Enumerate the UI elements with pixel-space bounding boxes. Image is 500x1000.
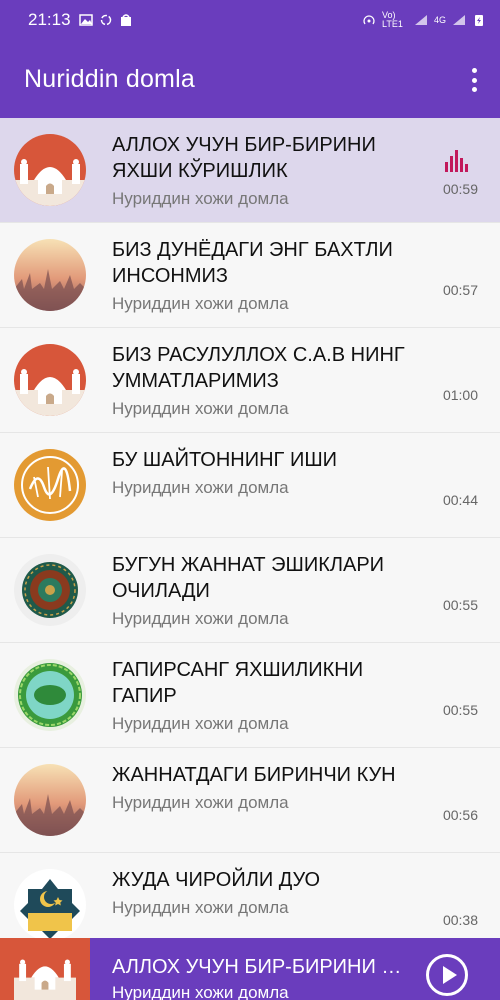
city-sunset-icon <box>14 764 86 836</box>
track-row[interactable]: ГАПИРСАНГ ЯХШИЛИКНИ ГАПИР Нуриддин хожи д… <box>0 643 500 748</box>
track-duration: 00:59 <box>442 181 478 197</box>
mosque-icon <box>14 134 86 206</box>
track-row[interactable]: ЖУДА ЧИРОЙЛИ ДУО Нуриддин хожи домла 00:38 <box>0 853 500 938</box>
track-row[interactable]: БУ ШАЙТОННИНГ ИШИ Нуриддин хожи домла 00:4… <box>0 433 500 538</box>
equalizer-icon <box>444 148 468 172</box>
network-type: 4G <box>433 15 446 25</box>
track-artist: Нуриддин хожи домла <box>112 399 289 418</box>
track-title: БУ ШАЙТОННИНГ ИШИ <box>112 449 338 471</box>
gallery-icon <box>78 14 93 26</box>
crescent-star-icon <box>14 869 86 938</box>
track-list[interactable]: АЛЛОХ УЧУН БИР-БИРИНИ ЯХШИ КЎРИШЛИК Нурид… <box>0 118 500 938</box>
track-row[interactable]: БУГУН ЖАННАТ ЭШИКЛАРИ ОЧИЛАДИ Нуриддин хо… <box>0 538 500 643</box>
network-label: Vo) LTE1 <box>381 10 403 29</box>
track-duration: 00:55 <box>442 702 478 718</box>
track-row[interactable]: БИЗ РАСУЛУЛЛОХ С.А.В НИНГ УММАТЛАРИМИЗ Ну… <box>0 328 500 433</box>
track-artist: Нуриддин хожи домла <box>112 609 289 628</box>
track-title: БИЗ РАСУЛУЛЛОХ С.А.В НИНГ УММАТЛАРИМИЗ <box>112 344 405 392</box>
track-title: БИЗ ДУНЁДАГИ ЭНГ БАХТЛИ ИНСОНМИЗ <box>112 239 393 287</box>
track-artist: Нуриддин хожи домла <box>112 714 289 733</box>
track-artist: Нуриддин хожи домла <box>112 898 289 917</box>
app-title: Nuriddin domla <box>24 64 195 93</box>
track-duration: 01:00 <box>442 387 478 403</box>
hotspot-icon <box>363 15 375 25</box>
player-title: АЛЛОХ УЧУН БИР-БИРИНИ ЯХШИ КЎРИШЛИК <box>112 956 402 978</box>
track-duration: 00:44 <box>442 492 478 508</box>
track-title: ГАПИРСАНГ ЯХШИЛИКНИ ГАПИР <box>112 659 364 707</box>
city-sunset-icon <box>14 239 86 311</box>
mandala-icon <box>14 554 86 626</box>
track-artist: Нуриддин хожи домла <box>112 294 289 313</box>
player-artwork <box>0 938 90 1000</box>
ornament-icon <box>14 659 86 731</box>
shopping-bag-icon <box>120 14 131 26</box>
mosque-icon <box>14 344 86 416</box>
track-artist: Нуриддин хожи домла <box>112 478 289 497</box>
track-title: БУГУН ЖАННАТ ЭШИКЛАРИ ОЧИЛАДИ <box>112 554 385 602</box>
track-title: АЛЛОХ УЧУН БИР-БИРИНИ ЯХШИ КЎРИШЛИК <box>112 134 376 182</box>
track-row[interactable]: ЖАННАТДАГИ БИРИНЧИ КУН Нуриддин хожи домл… <box>0 748 500 853</box>
battery-icon <box>475 15 483 26</box>
track-row[interactable]: БИЗ ДУНЁДАГИ ЭНГ БАХТЛИ ИНСОНМИЗ Нуриддин… <box>0 223 500 328</box>
status-bar: 21:13 Vo) LTE1 4G <box>0 0 500 40</box>
app-bar: Nuriddin domla <box>0 40 500 118</box>
track-duration: 00:57 <box>442 282 478 298</box>
play-icon[interactable] <box>426 954 468 996</box>
track-artist: Нуриддин хожи домла <box>112 793 289 812</box>
track-title: ЖУДА ЧИРОЙЛИ ДУО <box>112 869 321 891</box>
sync-icon <box>100 14 111 26</box>
overflow-menu-icon[interactable] <box>470 68 478 92</box>
track-duration: 00:38 <box>442 912 478 928</box>
status-time: 21:13 <box>28 10 71 29</box>
calligraphy-icon <box>14 449 86 521</box>
track-artist: Нуриддин хожи домла <box>112 189 289 208</box>
track-row[interactable]: АЛЛОХ УЧУН БИР-БИРИНИ ЯХШИ КЎРИШЛИК Нурид… <box>0 118 500 223</box>
signal-icon-2 <box>453 15 465 25</box>
mini-player[interactable]: АЛЛОХ УЧУН БИР-БИРИНИ ЯХШИ КЎРИШЛИК Нури… <box>0 938 500 1000</box>
track-duration: 00:55 <box>442 597 478 613</box>
player-artist: Нуриддин хожи домла <box>112 983 289 1000</box>
track-title: ЖАННАТДАГИ БИРИНЧИ КУН <box>112 764 396 786</box>
signal-icon <box>414 15 427 25</box>
track-duration: 00:56 <box>442 807 478 823</box>
